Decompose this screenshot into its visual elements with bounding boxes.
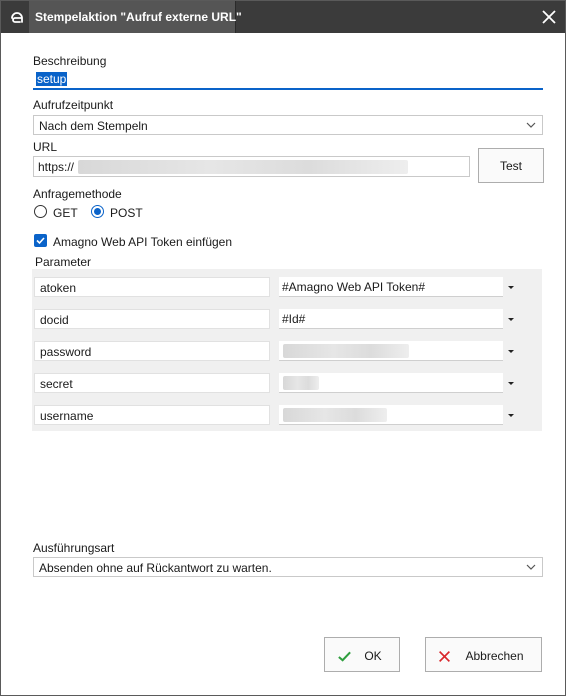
param-name-username[interactable]: username	[34, 405, 270, 425]
param-name-text: username	[40, 409, 94, 423]
ok-button[interactable]: OK	[324, 637, 400, 672]
url-input[interactable]: https://	[33, 156, 470, 177]
url-value: https://	[38, 160, 75, 174]
window-title: Stempelaktion "Aufruf externe URL"	[35, 10, 242, 24]
aufrufzeitpunkt-value: Nach dem Stempeln	[39, 119, 148, 133]
parameter-label: Parameter	[35, 255, 92, 269]
redacted-url	[78, 160, 408, 174]
param-value-text: #Id#	[282, 312, 306, 326]
app-logo-icon	[11, 12, 23, 23]
chevron-down-icon[interactable]	[507, 379, 515, 387]
token-checkbox[interactable]	[34, 234, 47, 247]
token-checkbox-label[interactable]: Amagno Web API Token einfügen	[53, 235, 232, 249]
ok-button-label: OK	[364, 649, 382, 663]
param-value-secret[interactable]	[279, 373, 503, 393]
chevron-down-icon[interactable]	[507, 283, 515, 291]
param-value-username[interactable]	[279, 405, 503, 425]
param-name-secret[interactable]: secret	[34, 373, 270, 393]
beschreibung-value: setup	[36, 72, 68, 86]
ausfuehrungsart-value: Absenden ohne auf Rückantwort zu warten.	[39, 561, 272, 575]
redacted-value	[283, 408, 387, 422]
url-label: URL	[33, 140, 58, 154]
param-value-atoken[interactable]: #Amagno Web API Token#	[279, 277, 503, 297]
chevron-down-icon	[526, 122, 536, 128]
param-value-text: #Amagno Web API Token#	[282, 280, 425, 294]
chevron-down-icon	[526, 564, 536, 570]
ausfuehrungsart-label: Ausführungsart	[33, 541, 115, 555]
param-name-atoken[interactable]: atoken	[34, 277, 270, 297]
test-button[interactable]: Test	[478, 148, 544, 183]
dialog-window: Stempelaktion "Aufruf externe URL" Besch…	[0, 0, 566, 696]
chevron-down-icon[interactable]	[507, 347, 515, 355]
redacted-value	[283, 376, 319, 390]
close-icon[interactable]	[537, 5, 561, 29]
param-value-docid[interactable]: #Id#	[279, 309, 503, 329]
test-button-label: Test	[499, 159, 522, 173]
param-name-text: secret	[40, 377, 73, 391]
chevron-down-icon[interactable]	[507, 411, 515, 419]
cancel-button[interactable]: Abbrechen	[425, 637, 542, 672]
post-radio[interactable]	[91, 205, 104, 218]
get-radio-label[interactable]: GET	[53, 206, 78, 220]
param-name-text: docid	[40, 313, 69, 327]
beschreibung-label: Beschreibung	[33, 54, 107, 68]
param-value-password[interactable]	[279, 341, 503, 361]
param-name-text: password	[40, 345, 92, 359]
post-radio-label[interactable]: POST	[110, 206, 143, 220]
chevron-down-icon[interactable]	[507, 315, 515, 323]
aufrufzeitpunkt-select[interactable]: Nach dem Stempeln	[33, 115, 543, 135]
anfragemethode-label: Anfragemethode	[33, 187, 122, 201]
title-bar: Stempelaktion "Aufruf externe URL"	[1, 1, 565, 33]
param-name-password[interactable]: password	[34, 341, 270, 361]
checkmark-icon	[36, 237, 45, 245]
get-radio[interactable]	[34, 205, 47, 218]
redacted-value	[283, 344, 409, 358]
ausfuehrungsart-select[interactable]: Absenden ohne auf Rückantwort zu warten.	[33, 557, 543, 577]
beschreibung-input[interactable]: setup	[33, 70, 543, 90]
param-name-docid[interactable]: docid	[34, 309, 270, 329]
aufrufzeitpunkt-label: Aufrufzeitpunkt	[33, 98, 114, 112]
param-name-text: atoken	[40, 281, 77, 295]
parameter-panel: atoken #Amagno Web API Token# docid #Id#…	[32, 269, 542, 431]
cancel-button-label: Abbrechen	[465, 649, 524, 663]
